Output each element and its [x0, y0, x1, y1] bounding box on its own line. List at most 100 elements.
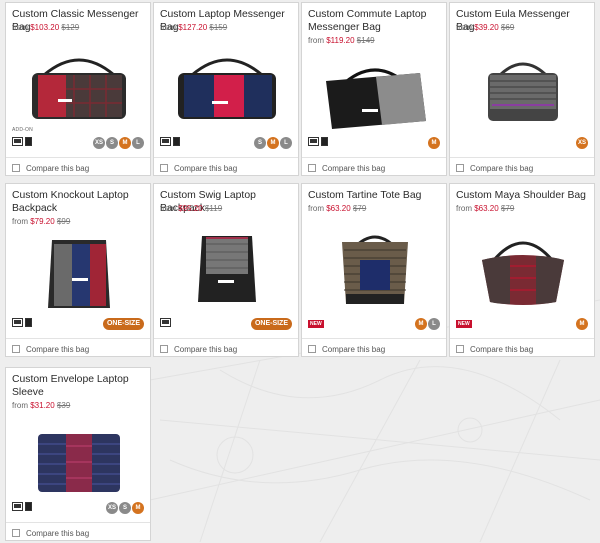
compare-row[interactable]: Compare this bag — [450, 338, 594, 359]
sale-price: $103.20 — [30, 23, 60, 32]
product-options-row: ONE-SIZE — [160, 318, 292, 332]
product-image[interactable] — [14, 232, 144, 314]
product-card[interactable]: Custom Classic Messenger Bag from $103.20… — [5, 2, 151, 176]
compare-row[interactable]: Compare this bag — [154, 338, 298, 359]
size-badge-one-size[interactable]: ONE-SIZE — [250, 318, 292, 330]
size-badge-one-size[interactable]: ONE-SIZE — [102, 318, 144, 330]
product-image[interactable] — [14, 416, 144, 498]
phone-icon — [321, 137, 328, 146]
laptop-icon — [12, 318, 23, 327]
product-title[interactable]: Custom Tartine Tote Bag — [308, 189, 442, 202]
size-badge-m[interactable]: M — [428, 137, 440, 149]
compare-checkbox[interactable] — [308, 164, 316, 172]
product-card[interactable]: Custom Laptop Messenger Bag from $127.20 … — [153, 2, 299, 176]
size-options: XS S M — [106, 502, 144, 514]
laptop-icon — [12, 502, 23, 511]
product-image[interactable] — [310, 51, 440, 133]
size-badge-s[interactable]: S — [254, 137, 266, 149]
compatibility-icons — [160, 318, 171, 327]
compare-label: Compare this bag — [470, 163, 534, 173]
original-price: $159 — [209, 23, 228, 32]
product-image[interactable] — [458, 45, 588, 127]
compare-checkbox[interactable] — [12, 345, 20, 353]
size-options: XS — [576, 137, 588, 149]
size-badge-s[interactable]: S — [119, 502, 131, 514]
product-options-row: XS — [456, 137, 588, 151]
size-options: ML — [415, 318, 440, 330]
sale-price: $39.20 — [474, 23, 499, 32]
original-price: $69 — [500, 23, 515, 32]
compare-checkbox[interactable] — [160, 345, 168, 353]
phone-icon — [25, 502, 32, 511]
product-card[interactable]: Custom Eula Messenger Bag from $39.20 $69… — [449, 2, 595, 176]
size-badge-l[interactable]: L — [132, 137, 144, 149]
product-image[interactable] — [458, 226, 588, 308]
compare-row[interactable]: Compare this bag — [302, 338, 446, 359]
laptop-icon — [160, 318, 171, 327]
price-prefix: from — [12, 401, 28, 410]
size-options: ONE-SIZE — [102, 318, 144, 330]
original-price: $149 — [356, 36, 375, 45]
product-title[interactable]: Custom Commute Laptop Messenger Bag — [308, 8, 442, 34]
compare-row[interactable]: Compare this bag — [6, 522, 150, 543]
product-card[interactable]: Custom Tartine Tote Bag from $63.20 $79 M… — [301, 183, 447, 357]
size-badge-l[interactable]: L — [280, 137, 292, 149]
product-price: from $127.20 $159 — [160, 23, 227, 32]
product-card[interactable]: Custom Swig Laptop Backpack from $95.20 $… — [153, 183, 299, 357]
size-badge-xs[interactable]: XS — [576, 137, 588, 149]
compare-row[interactable]: Compare this bag — [450, 157, 594, 178]
compare-checkbox[interactable] — [12, 529, 20, 537]
size-badge-m[interactable]: M — [415, 318, 427, 330]
size-badge-xs[interactable]: XS — [106, 502, 118, 514]
compare-row[interactable]: Compare this bag — [6, 157, 150, 178]
product-image[interactable] — [14, 45, 144, 127]
laptop-icon — [12, 137, 23, 146]
phone-icon — [25, 137, 32, 146]
sale-price: $95.20 — [178, 204, 203, 213]
compare-checkbox[interactable] — [308, 345, 316, 353]
product-title[interactable]: Custom Envelope Laptop Sleeve — [12, 373, 146, 399]
product-image[interactable] — [162, 45, 292, 127]
compare-label: Compare this bag — [26, 163, 90, 173]
product-options-row: ADD-ON XS S M L — [12, 127, 144, 151]
sale-price: $79.20 — [30, 217, 55, 226]
size-badge-m[interactable]: M — [132, 502, 144, 514]
product-card[interactable]: Custom Maya Shoulder Bag from $63.20 $79 … — [449, 183, 595, 357]
product-options-row: XS S M — [12, 502, 144, 516]
compare-checkbox[interactable] — [456, 345, 464, 353]
laptop-icon — [308, 137, 319, 146]
product-card[interactable]: Custom Knockout Laptop Backpack from $79.… — [5, 183, 151, 357]
compare-checkbox[interactable] — [160, 164, 168, 172]
product-title[interactable]: Custom Maya Shoulder Bag — [456, 189, 590, 202]
size-options: M — [428, 137, 440, 149]
size-badge-m[interactable]: M — [267, 137, 279, 149]
product-title[interactable]: Custom Knockout Laptop Backpack — [12, 189, 146, 215]
product-options-row: ML — [308, 318, 440, 332]
size-badge-xs[interactable]: XS — [93, 137, 105, 149]
product-card[interactable]: Custom Commute Laptop Messenger Bag from … — [301, 2, 447, 176]
original-price: $39 — [56, 401, 71, 410]
compatibility-icons — [12, 137, 32, 146]
laptop-icon — [160, 137, 171, 146]
sale-price: $119.20 — [326, 36, 355, 45]
new-badge: NEW — [308, 320, 324, 328]
compare-row[interactable]: Compare this bag — [154, 157, 298, 178]
size-badge-s[interactable]: S — [106, 137, 118, 149]
compare-label: Compare this bag — [174, 163, 238, 173]
compatibility-icons — [12, 318, 32, 327]
product-image[interactable] — [162, 226, 292, 308]
compare-row[interactable]: Compare this bag — [6, 338, 150, 359]
size-badge-m[interactable]: M — [119, 137, 131, 149]
product-price: from $79.20 $99 — [12, 217, 70, 226]
size-badge-m[interactable]: M — [576, 318, 588, 330]
product-card[interactable]: Custom Envelope Laptop Sleeve from $31.20… — [5, 367, 151, 541]
original-price: $79 — [352, 204, 367, 213]
size-badge-l[interactable]: L — [428, 318, 440, 330]
compare-checkbox[interactable] — [12, 164, 20, 172]
product-image[interactable] — [310, 226, 440, 308]
original-price: $119 — [204, 204, 223, 213]
compare-row[interactable]: Compare this bag — [302, 157, 446, 178]
compare-checkbox[interactable] — [456, 164, 464, 172]
original-price: $79 — [500, 204, 515, 213]
addon-label: ADD-ON — [12, 127, 33, 133]
